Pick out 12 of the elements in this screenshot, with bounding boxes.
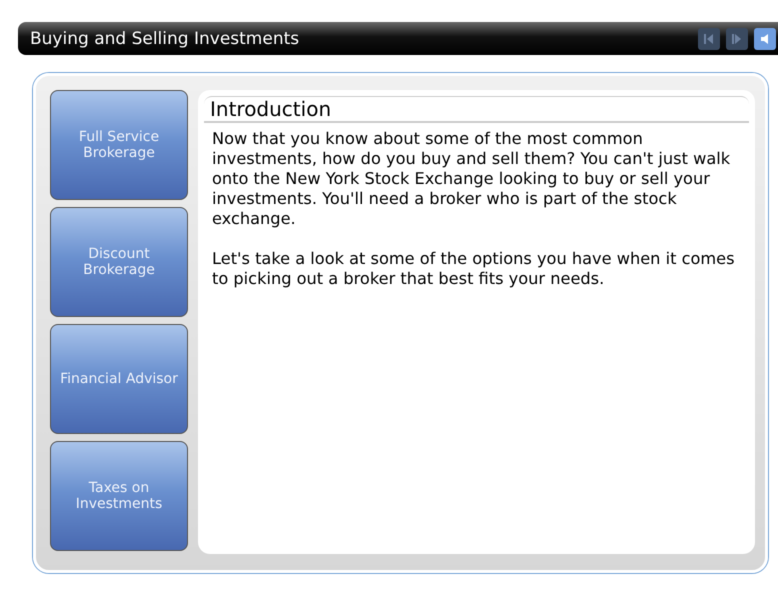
topic-button[interactable]: Full Service Brokerage: [50, 90, 188, 200]
topic-button[interactable]: Financial Advisor: [50, 324, 188, 434]
speaker-icon: [759, 32, 771, 44]
left-triangle-icon: [703, 32, 715, 44]
topic-button[interactable]: Discount Brokerage: [50, 207, 188, 317]
sound-button[interactable]: [754, 28, 776, 50]
body-paragraph: Let's take a look at some of the options you have when it comes to picking out a broker that best fits your needs.: [212, 249, 736, 289]
section-heading: Introduction: [204, 96, 749, 123]
right-triangle-icon: [731, 32, 743, 44]
topic-button[interactable]: Taxes on Investments: [50, 441, 188, 551]
window-title: Buying and Selling Investments: [30, 28, 300, 48]
body-paragraph: Now that you know about some of the most common investments, how do you buy and sell them? You can't just walk onto the New York Stock Exchange looking to buy or sell your investments. You'll need a broker who is part of the stock exchange.: [212, 129, 732, 229]
